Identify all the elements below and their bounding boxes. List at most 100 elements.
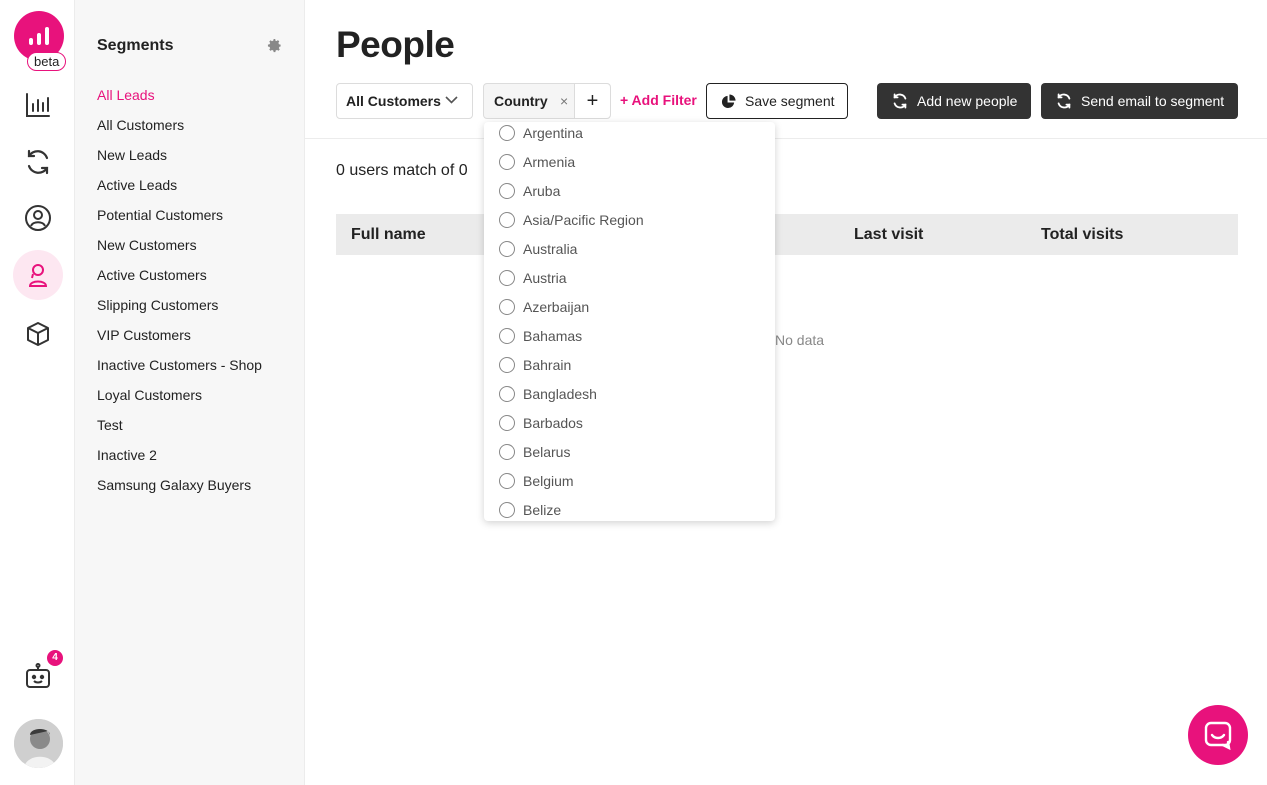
- chat-launcher-button[interactable]: [1188, 705, 1248, 765]
- avatar-image: [14, 719, 63, 768]
- box-icon: [27, 322, 49, 346]
- segment-item-test[interactable]: Test: [97, 417, 262, 447]
- icon-rail: beta 4: [0, 0, 75, 785]
- country-option[interactable]: Belize: [484, 495, 775, 521]
- column-last-visit[interactable]: Last visit: [854, 226, 923, 244]
- customer-filter-select[interactable]: All Customers: [336, 83, 473, 119]
- country-option[interactable]: Argentina: [484, 122, 775, 147]
- country-option[interactable]: Australia: [484, 234, 775, 263]
- table-header: Full name Last visit Total visits: [336, 214, 1238, 255]
- segment-item-samsung-galaxy-buyers[interactable]: Samsung Galaxy Buyers: [97, 477, 262, 507]
- country-filter-chip[interactable]: Country × +: [483, 83, 611, 119]
- refresh-icon: [1057, 93, 1071, 109]
- match-count: 0 users match of 0: [336, 162, 468, 179]
- chat-icon: [1204, 721, 1232, 750]
- segment-item-active-leads[interactable]: Active Leads: [97, 177, 262, 207]
- send-email-button[interactable]: Send email to segment: [1041, 83, 1238, 119]
- country-filter-label: Country: [494, 93, 548, 109]
- radio-icon: [499, 298, 515, 315]
- radio-icon: [499, 182, 515, 199]
- segment-item-new-leads[interactable]: New Leads: [97, 147, 262, 177]
- analytics-icon: [29, 27, 49, 45]
- segment-list: All Leads All Customers New Leads Active…: [97, 87, 262, 507]
- radio-icon: [499, 501, 515, 518]
- add-filter-link[interactable]: + Add Filter: [620, 92, 697, 108]
- radio-icon: [499, 472, 515, 489]
- segment-item-all-leads[interactable]: All Leads: [97, 87, 262, 117]
- refresh-icon: [27, 149, 49, 175]
- country-option[interactable]: Bahrain: [484, 350, 775, 379]
- empty-state-text: No data: [775, 332, 825, 348]
- gear-icon: [267, 38, 281, 53]
- radio-icon: [499, 153, 515, 170]
- country-option[interactable]: Bangladesh: [484, 379, 775, 408]
- country-option[interactable]: Austria: [484, 263, 775, 292]
- segment-item-inactive-2[interactable]: Inactive 2: [97, 447, 262, 477]
- people-icon: [28, 264, 48, 287]
- column-full-name[interactable]: Full name: [351, 226, 426, 244]
- country-option-label: Asia/Pacific Region: [523, 211, 644, 228]
- country-option[interactable]: Bahamas: [484, 321, 775, 350]
- user-circle-icon: [25, 205, 51, 231]
- nav-automation[interactable]: [13, 137, 63, 187]
- column-total-visits[interactable]: Total visits: [1041, 226, 1123, 244]
- country-option-label: Barbados: [523, 414, 583, 431]
- segment-item-inactive-customers-shop[interactable]: Inactive Customers - Shop: [97, 357, 262, 387]
- country-option-label: Bahrain: [523, 356, 572, 373]
- radio-icon: [499, 414, 515, 431]
- country-option[interactable]: Azerbaijan: [484, 292, 775, 321]
- remove-filter-icon[interactable]: ×: [560, 93, 575, 109]
- country-option-label: Belize: [523, 501, 562, 518]
- radio-icon: [499, 211, 515, 228]
- nav-people[interactable]: [13, 250, 63, 300]
- customer-filter-value: All Customers: [346, 93, 441, 109]
- main-content: People All Customers Country × + + Add F…: [305, 0, 1267, 785]
- country-option-label: Bahamas: [523, 327, 583, 344]
- country-option[interactable]: Aruba: [484, 176, 775, 205]
- country-option-label: Belgium: [523, 472, 574, 489]
- radio-icon: [499, 385, 515, 402]
- page-title: People: [336, 24, 455, 65]
- segment-item-loyal-customers[interactable]: Loyal Customers: [97, 387, 262, 417]
- segment-item-all-customers[interactable]: All Customers: [97, 117, 262, 147]
- country-option-label: Aruba: [523, 182, 561, 199]
- segment-item-potential-customers[interactable]: Potential Customers: [97, 207, 262, 237]
- country-option[interactable]: Asia/Pacific Region: [484, 205, 775, 234]
- country-option[interactable]: Armenia: [484, 147, 775, 176]
- refresh-icon: [893, 93, 907, 109]
- radio-icon: [499, 356, 515, 373]
- segment-item-new-customers[interactable]: New Customers: [97, 237, 262, 267]
- add-new-people-label: Add new people: [917, 93, 1018, 109]
- country-options-menu: Argentina Armenia Aruba Asia/Pacific Reg…: [484, 122, 775, 521]
- save-segment-label: Save segment: [745, 93, 835, 109]
- nav-products[interactable]: [13, 309, 63, 359]
- toolbar-divider: [305, 138, 1267, 139]
- radio-icon: [499, 240, 515, 257]
- country-option-label: Argentina: [523, 124, 583, 141]
- segment-item-vip-customers[interactable]: VIP Customers: [97, 327, 262, 357]
- country-option[interactable]: Barbados: [484, 408, 775, 437]
- save-segment-button[interactable]: Save segment: [706, 83, 848, 119]
- send-email-label: Send email to segment: [1081, 93, 1225, 109]
- add-new-people-button[interactable]: Add new people: [877, 83, 1031, 119]
- user-avatar[interactable]: [14, 719, 63, 768]
- country-option-label: Australia: [523, 240, 578, 257]
- segment-item-active-customers[interactable]: Active Customers: [97, 267, 262, 297]
- radio-icon: [499, 327, 515, 344]
- segment-item-slipping-customers[interactable]: Slipping Customers: [97, 297, 262, 327]
- chevron-down-icon: [445, 96, 458, 104]
- country-option[interactable]: Belarus: [484, 437, 775, 466]
- add-condition-button[interactable]: +: [574, 84, 610, 118]
- country-option[interactable]: Belgium: [484, 466, 775, 495]
- segments-title: Segments: [97, 37, 174, 54]
- chart-bars-icon: [26, 93, 50, 117]
- nav-contacts[interactable]: [13, 193, 63, 243]
- radio-icon: [499, 443, 515, 460]
- notification-badge: 4: [47, 650, 63, 666]
- country-option-label: Austria: [523, 269, 567, 286]
- country-option-label: Belarus: [523, 443, 571, 460]
- robot-icon: [26, 663, 50, 688]
- segments-settings-button[interactable]: [267, 38, 282, 58]
- nav-analytics[interactable]: [13, 80, 63, 130]
- country-option-label: Azerbaijan: [523, 298, 590, 315]
